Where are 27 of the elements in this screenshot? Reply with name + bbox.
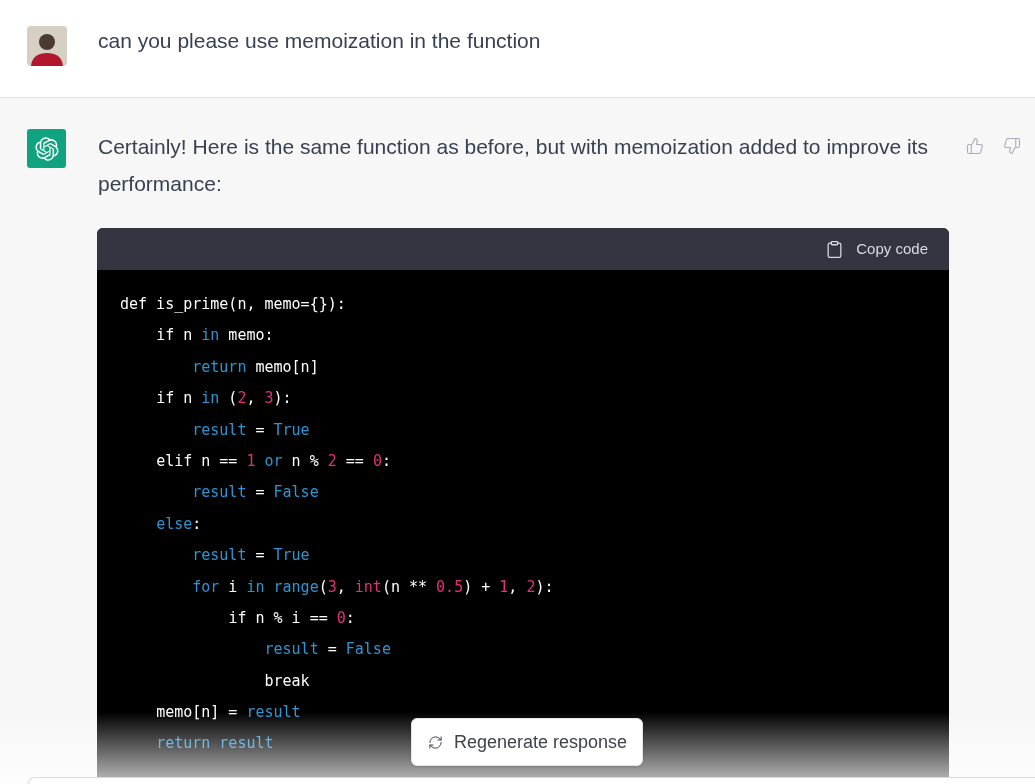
code-line: for i in range(3, int(n ** 0.5) + 1, 2):	[192, 577, 554, 596]
user-message-text: can you please use memoization in the function	[98, 28, 541, 54]
assistant-message-text: Certainly! Here is the same function as before, but with memoization added to improve its performance:	[97, 134, 929, 197]
code-line: if n in (2, 3):	[156, 389, 292, 408]
thumbs-up-button[interactable]	[964, 135, 986, 157]
thumbs-down-button[interactable]	[1001, 135, 1023, 157]
avatar-silhouette-icon	[27, 26, 67, 66]
code-line: if n in memo:	[156, 326, 274, 345]
code-line: result = True	[192, 420, 310, 439]
assistant-logo-icon	[27, 129, 66, 168]
regenerate-button[interactable]: Regenerate response	[411, 718, 643, 766]
code-line: break	[264, 671, 310, 690]
code-line: memo[n] = result	[156, 703, 301, 722]
code-line: return result	[156, 734, 274, 753]
thumbs-down-icon	[1003, 137, 1021, 155]
refresh-icon	[428, 734, 443, 750]
code-line: result = False	[192, 483, 319, 502]
copy-code-button[interactable]: Copy code	[825, 237, 928, 261]
thumbs-up-icon	[966, 137, 984, 155]
code-line: if n % i == 0:	[228, 608, 355, 627]
code-line: else:	[156, 514, 202, 533]
code-line: result = True	[192, 546, 310, 565]
code-line: def is_prime(n, memo={}):	[120, 295, 346, 313]
code-line: elif n == 1 or n % 2 == 0:	[156, 451, 391, 470]
code-line: result = False	[264, 640, 391, 659]
message-input-field[interactable]	[28, 777, 1035, 784]
code-line: return memo[n]	[192, 357, 319, 376]
